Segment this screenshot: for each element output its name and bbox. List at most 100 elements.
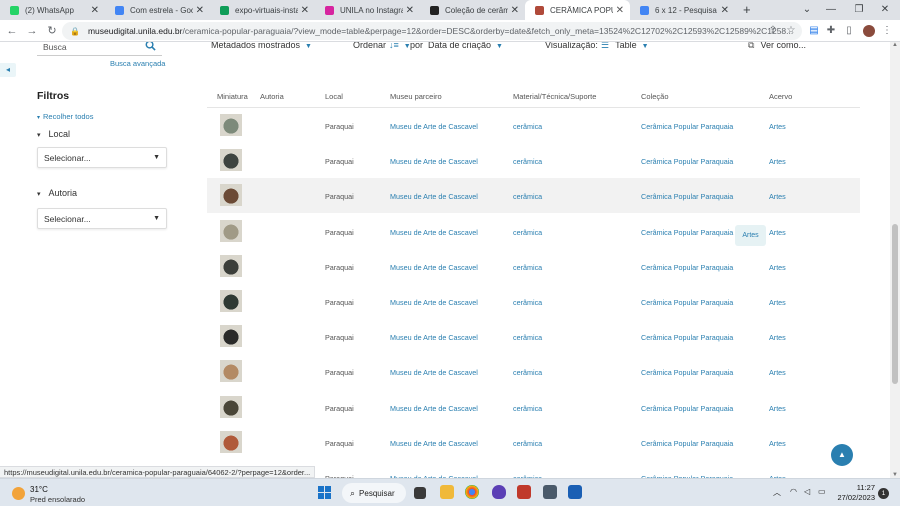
table-row[interactable]: Paraquai Museu de Arte de Cascavel cerâmic… (207, 143, 860, 178)
browser-tab[interactable]: CERÂMICA POPULAR✕ (525, 0, 630, 20)
item-thumbnail[interactable] (220, 430, 242, 453)
table-row[interactable]: Paraquai Museu de Arte de Cascavel cerâmic… (207, 284, 860, 319)
facet-local-header[interactable]: ▾ Local (37, 129, 70, 139)
item-thumbnail[interactable] (220, 114, 242, 136)
cell-material-link[interactable]: cerâmica (513, 263, 542, 272)
share-icon[interactable]: ⇪ (764, 20, 782, 42)
cell-museum-link[interactable]: Museu de Arte de Cascavel (390, 157, 478, 166)
wifi-icon[interactable]: ◠ (790, 487, 797, 496)
cell-museum-link[interactable]: Museu de Arte de Cascavel (390, 333, 478, 342)
cell-acervo-link[interactable]: Artes (769, 263, 786, 272)
task-view-icon[interactable] (414, 487, 426, 499)
clock[interactable]: 11:27 27/02/2023 (835, 483, 875, 503)
view-mode-dropdown[interactable]: ☰ Table ▼ (598, 42, 649, 51)
maximize-icon[interactable]: ❐ (846, 0, 872, 20)
side-panel-icon[interactable]: ▯ (840, 20, 858, 42)
cell-collection-link[interactable]: Cerâmica Popular Paraquaia (641, 439, 733, 448)
cell-collection-link[interactable]: Cerâmica Popular Paraquaia (641, 157, 733, 166)
sort-field-dropdown[interactable]: Data de criação ▼ (428, 42, 503, 50)
cell-museum-link[interactable]: Museu de Arte de Cascavel (390, 404, 478, 413)
metadata-shown-dropdown[interactable]: Metadados mostrados ▼ (211, 42, 312, 50)
back-to-top-button[interactable]: ▲ (831, 444, 853, 466)
item-thumbnail[interactable] (220, 290, 242, 312)
cell-acervo-link[interactable]: Artes (769, 439, 786, 448)
cell-material-link[interactable]: cerâmica (513, 368, 542, 377)
weather-widget[interactable]: 31°C Pred ensolarado (12, 483, 92, 505)
cell-material-link[interactable]: cerâmica (513, 228, 542, 237)
cell-acervo-link[interactable]: Artes (769, 122, 786, 131)
browser-tab[interactable]: (2) WhatsApp ✕ (0, 0, 105, 20)
address-bar[interactable]: 🔒 museudigital.unila.edu.br/ceramica-pop… (62, 22, 802, 40)
browser-tab[interactable]: Coleção de cerâmica✕ (420, 0, 525, 20)
sort-order-button[interactable]: Ordenar ↓≡ ▼ (353, 42, 411, 50)
column-header[interactable]: Coleção (641, 92, 669, 101)
cell-collection-link[interactable]: Cerâmica Popular Paraquaia (641, 404, 733, 413)
cell-material-link[interactable]: cerâmica (513, 439, 542, 448)
cell-museum-link[interactable]: Museu de Arte de Cascavel (390, 228, 478, 237)
cell-collection-link[interactable]: Cerâmica Popular Paraquaia (641, 298, 733, 307)
close-tab-icon[interactable]: ✕ (196, 5, 204, 16)
search-icon[interactable] (145, 42, 156, 51)
back-icon[interactable]: ← (2, 25, 22, 37)
notification-badge[interactable]: 1 (878, 488, 889, 499)
browser-tab[interactable]: Com estrela - Google✕ (105, 0, 210, 20)
chrome-icon[interactable] (465, 485, 479, 499)
battery-icon[interactable]: ▭ (818, 487, 826, 496)
close-tab-icon[interactable]: ✕ (301, 5, 309, 16)
local-select[interactable]: Selecionar... ▼ (37, 147, 167, 168)
close-tab-icon[interactable]: ✕ (721, 5, 729, 16)
close-tab-icon[interactable]: ✕ (616, 5, 624, 16)
table-row[interactable]: Paraquai Museu de Arte de Cascavel cerâmic… (207, 108, 860, 143)
column-header[interactable]: Autoria (260, 92, 284, 101)
column-header[interactable]: Miniatura (217, 92, 248, 101)
cell-acervo-link[interactable]: Artes (769, 157, 786, 166)
item-thumbnail[interactable] (220, 395, 242, 418)
scrollbar-thumb[interactable] (892, 224, 898, 384)
table-row[interactable]: Paraquai Museu de Arte de Cascavel cerâmic… (207, 390, 860, 425)
cell-museum-link[interactable]: Museu de Arte de Cascavel (390, 122, 478, 131)
word-icon[interactable] (568, 485, 582, 499)
app-icon[interactable] (492, 485, 506, 499)
tab-search-icon[interactable]: ⌄ (794, 0, 820, 20)
table-row[interactable]: Paraquai Museu de Arte de Cascavel cerâmic… (207, 178, 860, 214)
browser-tab[interactable]: UNILA no Instagram✕ (315, 0, 420, 20)
cell-material-link[interactable]: cerâmica (513, 333, 542, 342)
forward-icon[interactable]: → (22, 25, 42, 37)
cell-material-link[interactable]: cerâmica (513, 298, 542, 307)
cell-acervo-link[interactable]: Artes (769, 298, 786, 307)
cell-acervo-link[interactable]: Artes (769, 404, 786, 413)
table-row[interactable]: Paraquai Museu de Arte de Cascavel cerâmic… (207, 319, 860, 354)
authorship-select[interactable]: Selecionar... ▼ (37, 208, 167, 229)
extensions-icon[interactable]: ✚ (822, 20, 840, 42)
search-input[interactable]: Busca (37, 42, 162, 56)
cell-acervo-link[interactable]: Artes (769, 192, 786, 201)
cell-material-link[interactable]: cerâmica (513, 122, 542, 131)
close-window-icon[interactable]: ✕ (872, 0, 898, 20)
windows-start-icon[interactable] (318, 486, 331, 499)
cell-material-link[interactable]: cerâmica (513, 157, 542, 166)
see-as-button[interactable]: ⧉ Ver como... (745, 42, 806, 51)
new-tab-button[interactable]: + (735, 0, 759, 20)
browser-tab[interactable]: expo-virtuais-instagra✕ (210, 0, 315, 20)
reading-mode-icon[interactable]: ▤ (805, 20, 823, 42)
column-header[interactable]: Museu parceiro (390, 92, 442, 101)
collapse-all-link[interactable]: ▾ Recolher todos (37, 112, 93, 121)
cell-museum-link[interactable]: Museu de Arte de Cascavel (390, 192, 478, 201)
menu-icon[interactable]: ⋮ (878, 20, 896, 42)
page-scrollbar[interactable]: ▲ ▼ (890, 42, 900, 478)
cell-collection-link[interactable]: Cerâmica Popular Paraquaia (641, 368, 733, 377)
cell-museum-link[interactable]: Museu de Arte de Cascavel (390, 263, 478, 272)
taskbar-search[interactable]: ⌕ Pesquisar (342, 483, 406, 503)
minimize-icon[interactable]: — (818, 0, 844, 20)
cell-material-link[interactable]: cerâmica (513, 404, 542, 413)
cell-museum-link[interactable]: Museu de Arte de Cascavel (390, 439, 478, 448)
column-header[interactable]: Material/Técnica/Suporte (513, 92, 596, 101)
cell-collection-link[interactable]: Cerâmica Popular Paraquaia (641, 122, 733, 131)
column-header[interactable]: Acervo (769, 92, 792, 101)
item-thumbnail[interactable] (220, 219, 242, 242)
column-header[interactable]: Local (325, 92, 343, 101)
cell-collection-link[interactable]: Cerâmica Popular Paraquaia (641, 333, 733, 342)
item-thumbnail[interactable] (220, 360, 242, 383)
cell-museum-link[interactable]: Museu de Arte de Cascavel (390, 298, 478, 307)
close-tab-icon[interactable]: ✕ (91, 5, 99, 16)
